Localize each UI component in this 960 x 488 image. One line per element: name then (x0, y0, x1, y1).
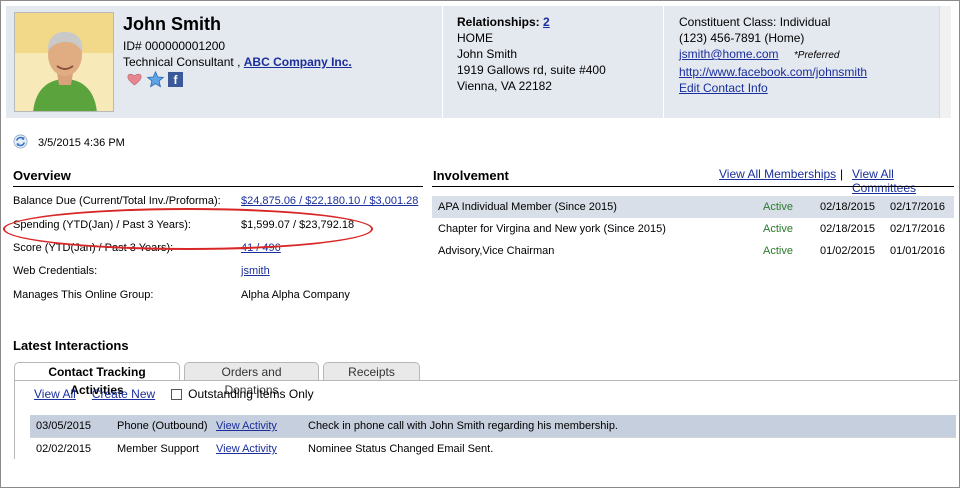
view-all-committees-link[interactable]: View All Committees (852, 167, 960, 195)
tab-bar-line (14, 380, 958, 381)
header-scrollbar[interactable] (939, 6, 951, 118)
involvement-start-date: 02/18/2015 (820, 201, 876, 213)
job-title-line: Technical Consultant , ABC Company Inc. (123, 55, 352, 69)
website-link[interactable]: http://www.facebook.com/johnsmith (679, 65, 867, 79)
contact-block: Constituent Class: Individual (123) 456-… (679, 14, 867, 96)
web-credentials-link[interactable]: jsmith (241, 265, 270, 277)
tab-contact-tracking[interactable]: Contact Tracking Activities (14, 362, 180, 397)
involvement-name: Chapter for Virgina and New york (Since … (438, 223, 666, 235)
interactions-table: 03/05/2015 Phone (Outbound) View Activit… (30, 415, 956, 459)
overview-label: Balance Due (Current/Total Inv./Proforma… (13, 195, 221, 207)
create-new-link[interactable]: Create New (92, 387, 155, 401)
interaction-note: Nominee Status Changed Email Sent. (308, 443, 494, 455)
interaction-date: 03/05/2015 (36, 420, 92, 432)
involvement-start-date: 01/02/2015 (820, 245, 876, 257)
involvement-status: Active (763, 201, 793, 213)
interactions-panel-border (14, 381, 15, 459)
address-name: John Smith (457, 47, 518, 61)
refresh-row: 3/5/2015 4:36 PM (13, 134, 125, 152)
constituent-class: Constituent Class: Individual (679, 15, 831, 29)
heart-icon[interactable] (126, 71, 143, 88)
involvement-row[interactable]: Chapter for Virgina and New york (Since … (432, 218, 954, 240)
relationships-block: Relationships: 2 HOME John Smith 1919 Ga… (457, 14, 606, 94)
preferred-note: *Preferred (793, 50, 840, 61)
view-activity-link[interactable]: View Activity (216, 443, 277, 455)
relationships-count-link[interactable]: 2 (543, 15, 550, 29)
interaction-date: 02/02/2015 (36, 443, 92, 455)
involvement-start-date: 02/18/2015 (820, 223, 876, 235)
involvement-rule (432, 186, 954, 187)
phone-number: (123) 456-7891 (Home) (679, 31, 805, 45)
interaction-note: Check in phone call with John Smith rega… (308, 420, 618, 432)
interaction-type: Phone (Outbound) (117, 420, 208, 432)
tab-orders-donations[interactable]: Orders and Donations (184, 362, 319, 397)
involvement-status: Active (763, 245, 793, 257)
header-divider (663, 6, 664, 118)
balance-due-link[interactable]: $24,875.06 / $22,180.10 / $3,001.28 (241, 195, 418, 207)
overview-label: Manages This Online Group: (13, 289, 154, 301)
interaction-row[interactable]: 02/02/2015 Member Support View Activity … (30, 437, 956, 459)
interactions-toolbar: View All Create New Outstanding Items On… (34, 387, 314, 401)
tab-receipts[interactable]: Receipts (323, 362, 420, 381)
header-divider (442, 6, 443, 118)
view-all-link[interactable]: View All (34, 387, 76, 401)
view-all-memberships-link[interactable]: View All Memberships (719, 167, 836, 181)
outstanding-label: Outstanding Items Only (188, 387, 314, 401)
overview-rule (13, 186, 423, 187)
overview-row-online-group: Manages This Online Group: Alpha Alpha C… (13, 289, 423, 307)
relationships-label: Relationships: (457, 15, 540, 29)
company-link[interactable]: ABC Company Inc. (244, 55, 352, 69)
latest-interactions-title: Latest Interactions (13, 338, 129, 353)
job-title: Technical Consultant , (123, 55, 241, 69)
involvement-title: Involvement (433, 168, 509, 183)
interaction-type: Member Support (117, 443, 199, 455)
address-type: HOME (457, 31, 493, 45)
email-link[interactable]: jsmith@home.com (679, 47, 779, 61)
spending-highlight-annotation (3, 208, 373, 250)
involvement-end-date: 01/01/2016 (890, 245, 946, 257)
involvement-name: Advisory,Vice Chairman (438, 245, 555, 257)
constituent-name: John Smith (123, 14, 221, 34)
overview-title: Overview (13, 168, 71, 183)
involvement-status: Active (763, 223, 793, 235)
last-refreshed-timestamp: 3/5/2015 4:36 PM (38, 137, 125, 149)
outstanding-filter[interactable]: Outstanding Items Only (171, 387, 314, 401)
view-activity-link[interactable]: View Activity (216, 420, 277, 432)
refresh-icon[interactable] (13, 134, 28, 152)
overview-label: Web Credentials: (13, 265, 98, 277)
interaction-row[interactable]: 03/05/2015 Phone (Outbound) View Activit… (30, 415, 956, 437)
star-icon[interactable] (147, 71, 164, 88)
address-city: Vienna, VA 22182 (457, 79, 552, 93)
profile-photo (14, 12, 114, 112)
involvement-row[interactable]: APA Individual Member (Since 2015) Activ… (432, 196, 954, 218)
online-group-value: Alpha Alpha Company (241, 289, 350, 301)
involvement-row[interactable]: Advisory,Vice Chairman Active 01/02/2015… (432, 240, 954, 262)
address-street: 1919 Gallows rd, suite #400 (457, 63, 606, 77)
overview-row-web-credentials: Web Credentials: jsmith (13, 265, 423, 283)
checkbox-icon[interactable] (171, 388, 183, 400)
facebook-icon[interactable]: f (168, 72, 183, 87)
constituent-id: ID# 000000001200 (123, 39, 226, 53)
interactions-tabs: Contact Tracking Activities Orders and D… (14, 362, 420, 397)
involvement-end-date: 02/17/2016 (890, 201, 946, 213)
involvement-end-date: 02/17/2016 (890, 223, 946, 235)
edit-contact-link[interactable]: Edit Contact Info (679, 81, 768, 95)
link-separator: | (840, 167, 844, 181)
involvement-name: APA Individual Member (Since 2015) (438, 201, 617, 213)
profile-icons: f (126, 71, 183, 88)
involvement-table: APA Individual Member (Since 2015) Activ… (432, 196, 954, 262)
constituent-header: John Smith ID# 000000001200 Technical Co… (6, 6, 939, 118)
